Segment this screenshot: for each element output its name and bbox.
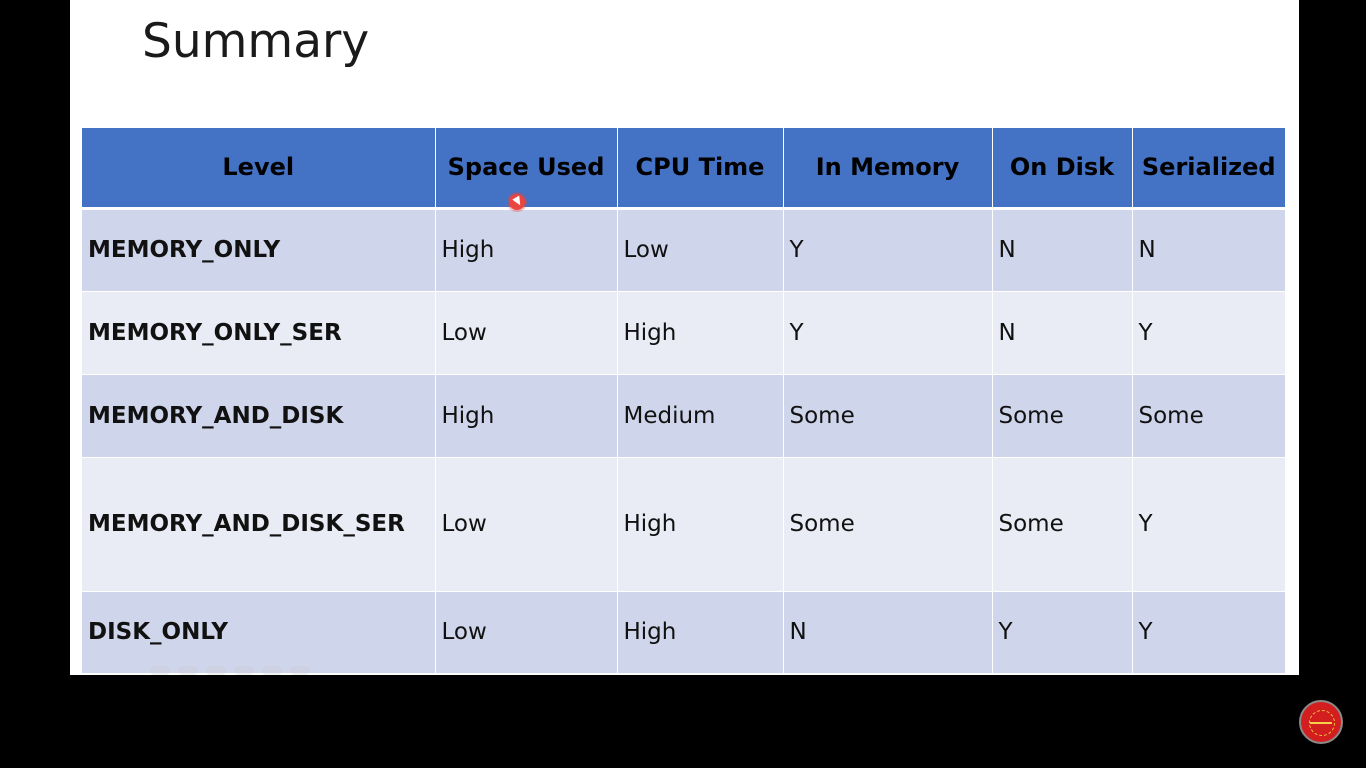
table-header: Level Space Used CPU Time In Memory On D… (82, 128, 1285, 210)
space-used-cell: Low (435, 591, 618, 674)
space-used-cell: High (435, 208, 618, 292)
on-disk-cell: N (992, 208, 1133, 292)
cpu-time-cell: High (617, 591, 784, 674)
in-memory-cell: N (783, 591, 993, 674)
presentation-slide: Summary Level Space Used CPU Time In Mem… (70, 0, 1299, 675)
column-header-on-disk: On Disk (992, 128, 1133, 210)
previous-slide-icon[interactable] (150, 666, 170, 675)
storage-level-summary-table: Level Space Used CPU Time In Memory On D… (82, 128, 1285, 674)
in-memory-cell: Some (783, 457, 993, 592)
level-cell: DISK_ONLY (82, 591, 436, 674)
column-header-cpu-time: CPU Time (617, 128, 784, 210)
table-body: MEMORY_ONLY High Low Y N N MEMORY_ONLY_S… (82, 208, 1285, 674)
level-cell: MEMORY_ONLY_SER (82, 291, 436, 375)
next-slide-icon[interactable] (178, 666, 198, 675)
column-header-in-memory: In Memory (783, 128, 993, 210)
on-disk-cell: Some (992, 457, 1133, 592)
in-memory-cell: Y (783, 208, 993, 292)
zoom-icon[interactable] (262, 666, 282, 675)
column-header-space-used: Space Used (435, 128, 618, 210)
serialized-cell: Y (1132, 457, 1285, 592)
on-disk-cell: N (992, 291, 1133, 375)
column-header-serialized: Serialized (1132, 128, 1285, 210)
table-row: MEMORY_ONLY High Low Y N N (82, 208, 1285, 292)
table-row: MEMORY_AND_DISK_SER Low High Some Some Y (82, 457, 1285, 592)
cpu-time-cell: Low (617, 208, 784, 292)
on-disk-cell: Some (992, 374, 1133, 458)
level-cell: MEMORY_AND_DISK (82, 374, 436, 458)
cpu-time-cell: High (617, 291, 784, 375)
slideshow-toolbar[interactable] (150, 666, 310, 675)
table-row: MEMORY_ONLY_SER Low High Y N Y (82, 291, 1285, 375)
space-used-cell: Low (435, 291, 618, 375)
logo-bar (1310, 722, 1332, 724)
in-memory-cell: Y (783, 291, 993, 375)
space-used-cell: Low (435, 457, 618, 592)
space-used-cell: High (435, 374, 618, 458)
more-options-icon[interactable] (290, 666, 310, 675)
channel-logo-icon[interactable] (1299, 700, 1343, 744)
table-row: MEMORY_AND_DISK High Medium Some Some So… (82, 374, 1285, 458)
serialized-cell: N (1132, 208, 1285, 292)
serialized-cell: Some (1132, 374, 1285, 458)
on-disk-cell: Y (992, 591, 1133, 674)
pen-icon[interactable] (206, 666, 226, 675)
column-header-level: Level (82, 128, 436, 210)
cpu-time-cell: Medium (617, 374, 784, 458)
slide-title: Summary (142, 14, 370, 69)
table-header-row: Level Space Used CPU Time In Memory On D… (82, 128, 1285, 210)
table-row: DISK_ONLY Low High N Y Y (82, 591, 1285, 674)
level-cell: MEMORY_AND_DISK_SER (82, 457, 436, 592)
cpu-time-cell: High (617, 457, 784, 592)
all-slides-icon[interactable] (234, 666, 254, 675)
in-memory-cell: Some (783, 374, 993, 458)
serialized-cell: Y (1132, 291, 1285, 375)
level-cell: MEMORY_ONLY (82, 208, 436, 292)
serialized-cell: Y (1132, 591, 1285, 674)
